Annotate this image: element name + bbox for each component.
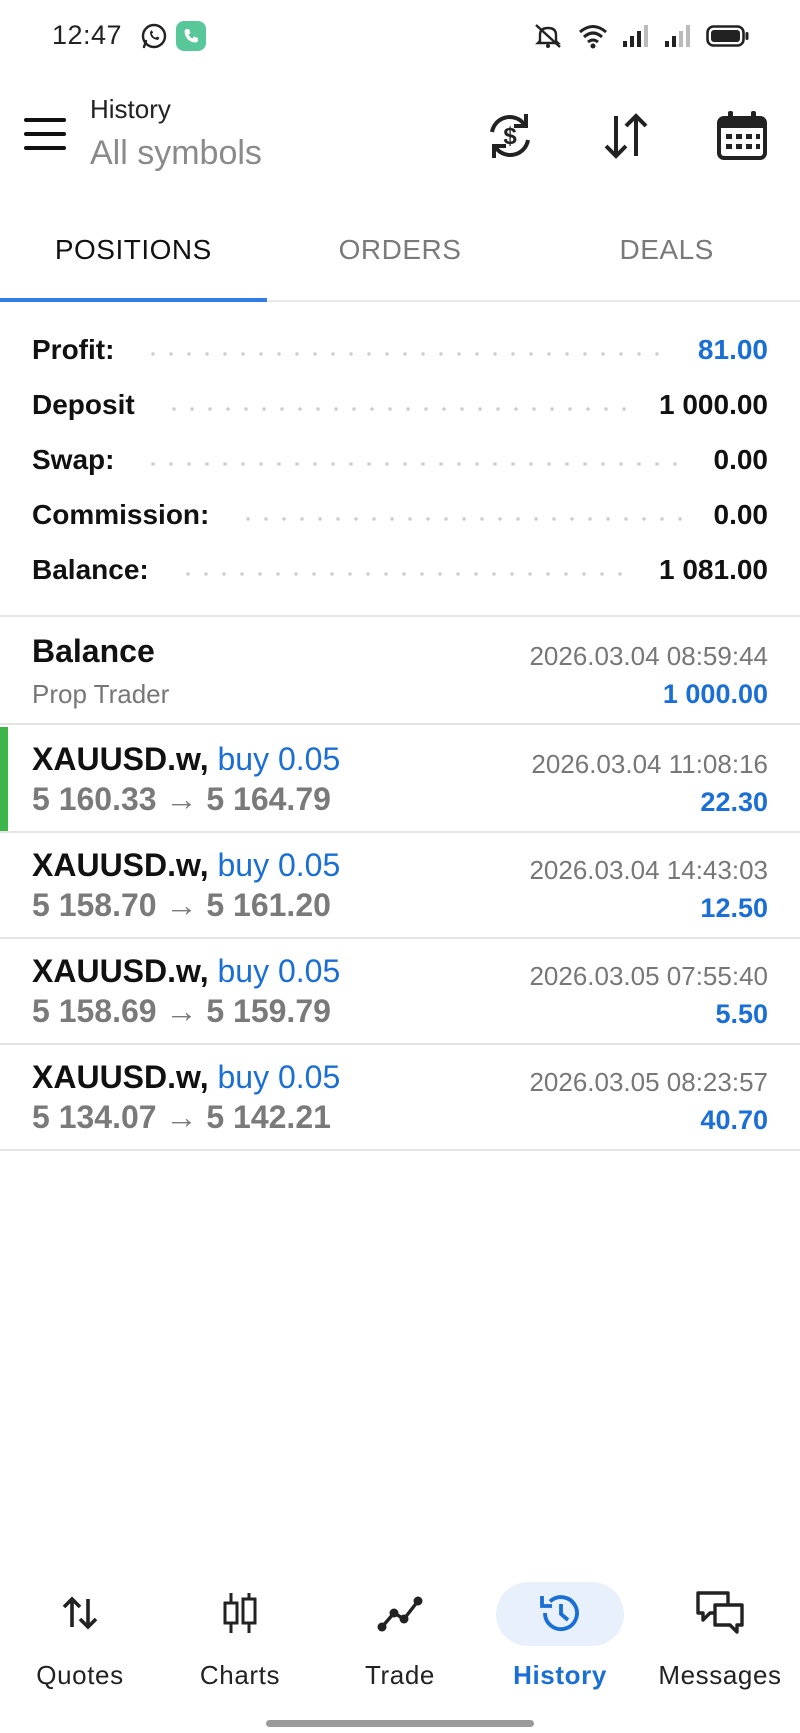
position-time: 2026.03.05 07:55:40 <box>529 961 768 991</box>
mute-icon <box>535 24 561 48</box>
summary-row-commission: Commission: 0.00 <box>32 495 768 535</box>
messages-icon <box>695 1588 745 1638</box>
tab-bar: POSITIONS ORDERS DEALS <box>0 218 800 302</box>
position-time: 2026.03.04 11:08:16 <box>531 749 768 779</box>
currency-sync-icon[interactable]: $ <box>480 106 540 166</box>
summary-row-deposit: Deposit 1 000.00 <box>32 385 768 425</box>
status-time: 12:47 <box>52 20 123 50</box>
position-header: XAUUSD.w, buy 0.05 <box>32 741 340 778</box>
summary-row-swap: Swap: 0.00 <box>32 440 768 480</box>
nav-label: Quotes <box>36 1660 124 1690</box>
wifi-icon <box>579 25 607 49</box>
svg-text:$: $ <box>503 123 517 150</box>
position-time: 2026.03.05 08:23:57 <box>529 1067 768 1097</box>
swap-label: Swap: <box>32 444 115 475</box>
position-time: 2026.03.04 14:43:03 <box>529 855 768 885</box>
status-icons <box>532 20 750 52</box>
tab-orders[interactable]: ORDERS <box>267 218 534 300</box>
signal-icon <box>623 25 648 47</box>
profit-value: 81.00 <box>697 334 768 365</box>
whatsapp-icon <box>141 23 167 49</box>
position-header: XAUUSD.w, buy 0.05 <box>32 847 340 884</box>
position-profit: 40.70 <box>700 1105 768 1135</box>
nav-label: Messages <box>658 1660 782 1690</box>
nav-label: History <box>513 1660 607 1690</box>
history-clock-icon <box>535 1588 585 1638</box>
tab-deals[interactable]: DEALS <box>533 218 800 300</box>
swap-value: 0.00 <box>713 444 769 475</box>
position-profit: 5.50 <box>715 999 768 1029</box>
deposit-value: 1 000.00 <box>659 389 768 420</box>
call-icon <box>176 21 206 51</box>
balance-entry-title: Balance <box>32 633 155 669</box>
menu-icon[interactable] <box>24 118 66 152</box>
commission-label: Commission: <box>32 499 210 530</box>
summary-row-balance: Balance: 1 081.00 <box>32 550 768 590</box>
summary-panel: Profit: 81.00 Deposit 1 000.00 Swap: 0.0… <box>0 322 800 617</box>
position-header: XAUUSD.w, buy 0.05 <box>32 953 340 990</box>
signal-icon <box>665 25 690 47</box>
list-item[interactable]: XAUUSD.w, buy 0.05 5 160.33 → 5 164.79 2… <box>0 727 800 833</box>
deposit-label: Deposit <box>32 389 135 420</box>
balance-label: Balance: <box>32 554 149 585</box>
home-indicator[interactable] <box>266 1720 534 1727</box>
tab-positions[interactable]: POSITIONS <box>0 218 267 302</box>
position-type: buy 0.05 <box>217 847 341 883</box>
position-type: buy 0.05 <box>217 741 341 777</box>
position-symbol: XAUUSD.w, <box>32 847 209 883</box>
sort-icon[interactable] <box>596 106 656 166</box>
summary-row-profit: Profit: 81.00 <box>32 330 768 370</box>
selected-marker <box>0 727 8 831</box>
position-prices: 5 158.70 → 5 161.20 <box>32 887 331 923</box>
calendar-icon[interactable] <box>712 106 772 166</box>
list-item[interactable]: XAUUSD.w, buy 0.05 5 158.69 → 5 159.79 2… <box>0 939 800 1045</box>
position-type: buy 0.05 <box>217 953 341 989</box>
position-header: XAUUSD.w, buy 0.05 <box>32 1059 340 1096</box>
dotted-leader <box>239 517 684 521</box>
list-item[interactable]: XAUUSD.w, buy 0.05 5 158.70 → 5 161.20 2… <box>0 833 800 939</box>
bottom-nav: Quotes Charts Trade History Messages <box>0 1570 800 1710</box>
position-symbol: XAUUSD.w, <box>32 1059 209 1095</box>
quotes-arrows-icon <box>55 1588 105 1638</box>
dotted-leader <box>144 352 668 356</box>
trade-line-icon <box>375 1588 425 1638</box>
list-item-balance[interactable]: Balance Prop Trader 2026.03.04 08:59:44 … <box>0 619 800 725</box>
nav-history[interactable]: History <box>480 1570 640 1710</box>
position-profit: 12.50 <box>700 893 768 923</box>
candlestick-icon <box>215 1588 265 1638</box>
position-prices: 5 160.33 → 5 164.79 <box>32 781 331 817</box>
nav-label: Charts <box>199 1660 281 1690</box>
position-profit: 22.30 <box>700 787 768 817</box>
list-item[interactable]: XAUUSD.w, buy 0.05 5 134.07 → 5 142.21 2… <box>0 1045 800 1151</box>
balance-entry-amount: 1 000.00 <box>662 679 768 709</box>
profit-label: Profit: <box>32 334 115 365</box>
app-bar: History All symbols $ <box>0 88 800 188</box>
position-type: buy 0.05 <box>217 1059 341 1095</box>
nav-trade[interactable]: Trade <box>320 1570 480 1710</box>
nav-messages[interactable]: Messages <box>640 1570 800 1710</box>
position-symbol: XAUUSD.w, <box>32 741 209 777</box>
symbol-filter[interactable]: All symbols <box>90 134 262 173</box>
balance-entry-subtitle: Prop Trader <box>32 679 170 709</box>
position-prices: 5 134.07 → 5 142.21 <box>32 1099 331 1135</box>
dotted-leader <box>144 462 684 466</box>
balance-entry-time: 2026.03.04 08:59:44 <box>529 641 768 671</box>
nav-quotes[interactable]: Quotes <box>0 1570 160 1710</box>
nav-charts[interactable]: Charts <box>160 1570 320 1710</box>
battery-icon <box>706 25 749 47</box>
dotted-leader <box>164 407 629 411</box>
status-bar: 12:47 <box>0 0 800 70</box>
position-symbol: XAUUSD.w, <box>32 953 209 989</box>
nav-label: Trade <box>365 1660 435 1690</box>
position-prices: 5 158.69 → 5 159.79 <box>32 993 331 1029</box>
commission-value: 0.00 <box>713 499 769 530</box>
balance-value: 1 081.00 <box>659 554 768 585</box>
dotted-leader <box>178 572 629 576</box>
page-title: History <box>90 94 171 124</box>
